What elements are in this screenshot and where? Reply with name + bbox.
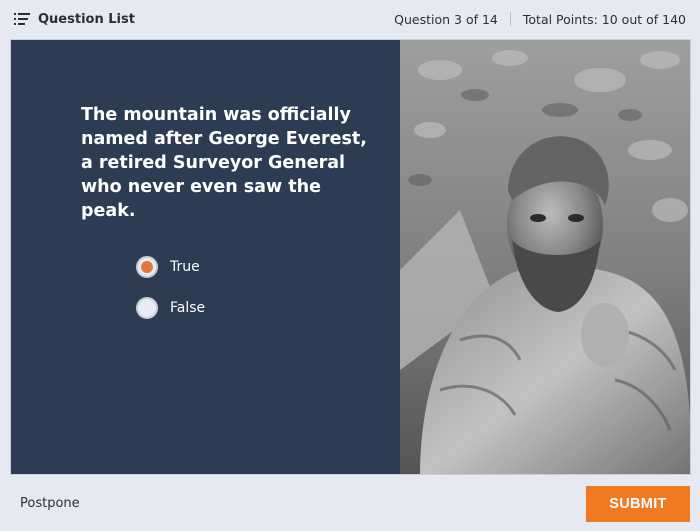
question-panel: The mountain was officially named after … (11, 40, 400, 474)
question-text: The mountain was officially named after … (81, 105, 367, 221)
list-icon (14, 13, 30, 25)
option-true[interactable]: True (136, 254, 205, 280)
question-card: The mountain was officially named after … (10, 39, 691, 475)
question-photo (400, 40, 690, 474)
climber-photo (400, 40, 690, 474)
radio-true[interactable] (136, 256, 158, 278)
submit-button[interactable]: SUBMIT (586, 485, 690, 522)
question-list-label: Question List (38, 11, 135, 27)
option-false[interactable]: False (136, 295, 205, 321)
top-bar: Question List Question 3 of 14 Total Poi… (0, 0, 700, 38)
option-false-label: False (170, 300, 206, 316)
footer-bar: Postpone SUBMIT (0, 476, 700, 531)
total-points: Total Points: 10 out of 140 (522, 11, 686, 27)
answer-options: True False (136, 254, 205, 336)
postpone-button[interactable]: Postpone (20, 496, 80, 511)
question-counter: Question 3 of 14 (394, 11, 498, 27)
quiz-status: Question 3 of 14 Total Points: 10 out of… (394, 12, 686, 27)
divider (509, 12, 511, 26)
question-list-button[interactable]: Question List (14, 12, 135, 27)
option-true-label: True (170, 259, 200, 275)
radio-selected-dot (141, 261, 153, 273)
radio-false[interactable] (136, 297, 158, 319)
